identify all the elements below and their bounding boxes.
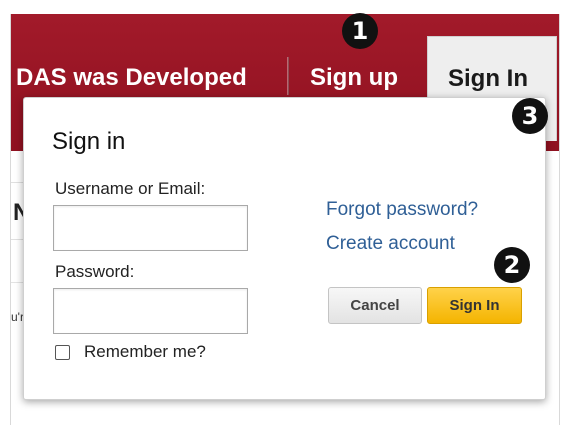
remember-me-label[interactable]: Remember me? — [84, 342, 206, 362]
nav-tab-sign-in-label: Sign In — [448, 65, 528, 92]
username-input[interactable] — [53, 205, 248, 251]
step-marker-1: 1 — [342, 13, 378, 49]
forgot-password-link[interactable]: Forgot password? — [326, 199, 478, 221]
popup-title: Sign in — [52, 128, 126, 155]
remember-me-checkbox[interactable] — [55, 345, 70, 360]
sign-in-button[interactable]: Sign In — [427, 287, 522, 324]
username-label: Username or Email: — [55, 179, 206, 198]
nav-link-about[interactable]: DAS was Developed — [16, 64, 247, 92]
cancel-button[interactable]: Cancel — [328, 287, 422, 324]
sign-in-popup: Sign in Username or Email: Password: Rem… — [23, 97, 546, 400]
step-marker-3: 3 — [512, 98, 548, 134]
nav-divider — [287, 57, 289, 95]
nav-link-sign-up[interactable]: Sign up — [310, 64, 398, 92]
password-label: Password: — [55, 262, 135, 281]
create-account-link[interactable]: Create account — [326, 233, 455, 255]
password-input[interactable] — [53, 288, 248, 334]
step-marker-2: 2 — [494, 247, 530, 283]
